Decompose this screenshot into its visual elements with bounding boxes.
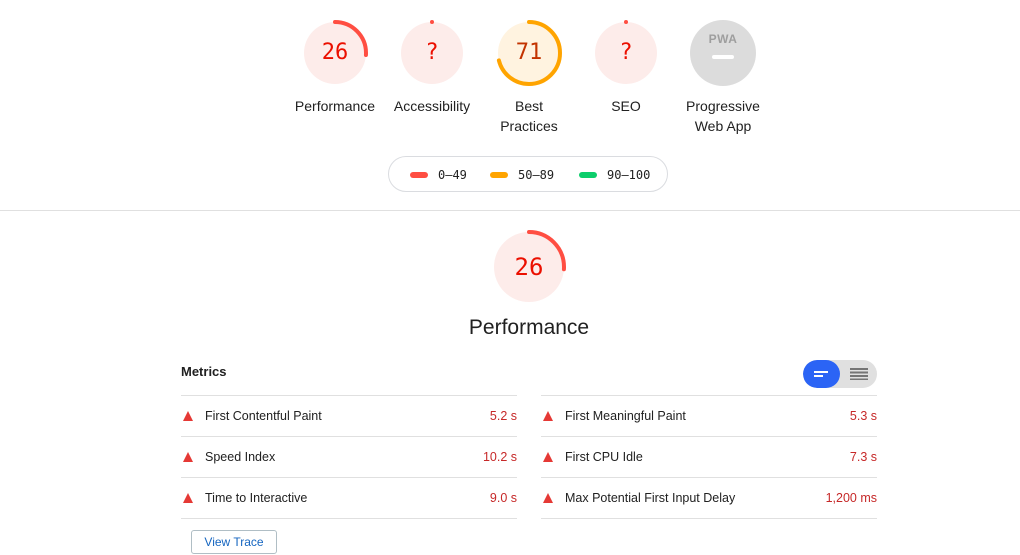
- fail-triangle-icon: [543, 411, 553, 421]
- performance-gauge: 26: [492, 230, 566, 304]
- fail-triangle-icon: [543, 493, 553, 503]
- metric-value: 7.3 s: [849, 450, 877, 464]
- category-gauges: 26 Performance ? Accessibility 71 Best P…: [0, 20, 1020, 140]
- legend-range: 0–49: [438, 168, 467, 182]
- gauge-label-line: Web App: [694, 118, 752, 134]
- metric-value: 1,200 ms: [825, 491, 877, 505]
- metric-name: Time to Interactive: [205, 491, 308, 505]
- gauge-label: Progressive Web App: [668, 96, 778, 136]
- gauge-ring: ?: [593, 20, 659, 86]
- metrics-view-toggle[interactable]: [803, 360, 877, 388]
- legend-item-pass: 90–100: [579, 157, 650, 193]
- gauge-score: 71: [515, 40, 543, 65]
- metrics-column-right: First Meaningful Paint 5.3 s First CPU I…: [541, 395, 877, 519]
- legend-range: 90–100: [607, 168, 651, 182]
- metric-row: Max Potential First Input Delay 1,200 ms: [541, 477, 877, 519]
- gauge-score: 26: [321, 40, 349, 65]
- gauge-ring: ?: [399, 20, 465, 86]
- fail-triangle-icon: [183, 411, 193, 421]
- metric-row: Speed Index 10.2 s: [181, 436, 517, 477]
- metric-value: 10.2 s: [482, 450, 517, 464]
- metric-row: First CPU Idle 7.3 s: [541, 436, 877, 477]
- performance-score: 26: [514, 253, 544, 281]
- gauge-label-line: Practices: [500, 118, 558, 134]
- section-divider: [0, 210, 1020, 211]
- metrics-column-left: First Contentful Paint 5.2 s Speed Index…: [181, 395, 517, 519]
- pwa-dash-icon: [712, 55, 734, 59]
- metric-value: 5.3 s: [849, 409, 877, 423]
- legend-swatch: [410, 171, 428, 178]
- pwa-badge-text: PWA: [708, 32, 738, 46]
- legend-item-average: 50–89: [490, 157, 554, 193]
- legend-swatch: [579, 171, 597, 178]
- gauge-label-line: Progressive: [686, 98, 760, 114]
- metric-name: Speed Index: [205, 450, 276, 464]
- view-trace-button[interactable]: View Trace: [191, 530, 277, 554]
- metric-value: 9.0 s: [489, 491, 517, 505]
- performance-title: Performance: [468, 316, 590, 339]
- metric-row: First Contentful Paint 5.2 s: [181, 395, 517, 436]
- gauge-label: Accessibility: [393, 98, 471, 114]
- metric-value: 5.2 s: [489, 409, 517, 423]
- fail-triangle-icon: [183, 493, 193, 503]
- gauge-ring: 26: [302, 20, 368, 86]
- metric-name: First Contentful Paint: [205, 409, 322, 423]
- gauge-accessibility[interactable]: ? Accessibility: [377, 20, 487, 116]
- fail-triangle-icon: [183, 452, 193, 462]
- legend-range: 50–89: [518, 168, 555, 182]
- gauge-label-line: Best: [514, 98, 543, 114]
- gauge-seo[interactable]: ? SEO: [571, 20, 681, 116]
- metric-name: First CPU Idle: [565, 450, 643, 464]
- gauge-label: Best Practices: [474, 96, 584, 136]
- fail-triangle-icon: [543, 452, 553, 462]
- metrics-header: Metrics: [181, 364, 227, 379]
- legend-item-fail: 0–49: [410, 157, 467, 193]
- gauge-performance[interactable]: 26 Performance: [280, 20, 390, 116]
- metric-row: Time to Interactive 9.0 s: [181, 477, 517, 519]
- metric-row: First Meaningful Paint 5.3 s: [541, 395, 877, 436]
- metric-name: Max Potential First Input Delay: [565, 491, 736, 505]
- pwa-badge-icon: PWA: [690, 20, 756, 86]
- gauge-score: ?: [619, 40, 633, 65]
- gauge-label: Performance: [294, 98, 376, 114]
- gauge-pwa[interactable]: PWA Progressive Web App: [668, 20, 778, 136]
- gauge-ring: PWA: [690, 20, 756, 86]
- compact-view-toggle[interactable]: [803, 360, 840, 388]
- score-scale-legend: 0–49 50–89 90–100: [388, 156, 668, 192]
- legend-swatch: [490, 171, 508, 178]
- compact-list-icon: [814, 371, 828, 377]
- gauge-label: SEO: [611, 98, 641, 114]
- gauge-ring: 71: [496, 20, 562, 86]
- expanded-view-toggle[interactable]: [840, 360, 877, 388]
- gauge-best-practices[interactable]: 71 Best Practices: [474, 20, 584, 136]
- detailed-list-icon: [850, 368, 868, 380]
- gauge-score: ?: [425, 40, 439, 65]
- metric-name: First Meaningful Paint: [565, 409, 686, 423]
